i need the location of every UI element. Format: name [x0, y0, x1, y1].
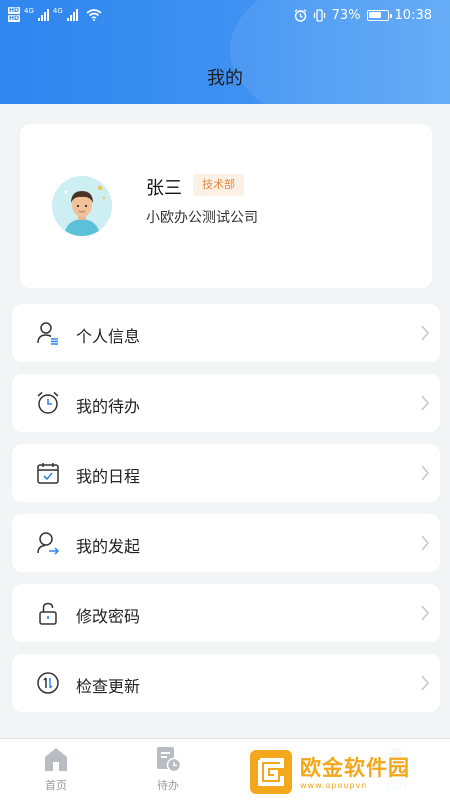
refresh-update-icon	[37, 672, 59, 694]
menu-label: 修改密码	[76, 607, 141, 626]
status-bar: HD HD 4G 4G 73% 10:38	[0, 0, 450, 34]
tab-label: 待办	[157, 779, 179, 792]
user-name: 张三	[146, 178, 182, 199]
chevron-right-icon	[421, 465, 429, 481]
page-title: 我的	[207, 68, 243, 89]
chevron-right-icon	[421, 535, 429, 551]
avatar[interactable]	[52, 176, 112, 236]
menu-item-check-update[interactable]: 检查更新	[12, 654, 440, 712]
signal-icon	[37, 8, 49, 21]
header: HD HD 4G 4G 73% 10:38 我的	[0, 0, 450, 104]
chevron-right-icon	[421, 395, 429, 411]
menu-label: 个人信息	[76, 327, 141, 346]
wifi-icon	[86, 8, 102, 21]
chevron-right-icon	[421, 675, 429, 691]
menu-item-my-schedule[interactable]: 我的日程	[12, 444, 440, 502]
watermark-logo	[250, 750, 292, 794]
watermark-url: www.apoupvn	[300, 781, 368, 790]
department-badge: 技术部	[193, 174, 244, 196]
menu-item-change-password[interactable]: 修改密码	[12, 584, 440, 642]
profile-card[interactable]: 张三 技术部 小欧办公测试公司	[20, 124, 432, 288]
clock: 10:38	[394, 8, 432, 23]
person-info-icon	[37, 322, 58, 345]
vibrate-icon	[313, 9, 325, 22]
signal-icon-2	[66, 8, 78, 21]
watermark-logo-icon	[258, 758, 284, 786]
signal-label-1: 4G	[24, 7, 34, 15]
menu-label: 我的日程	[76, 467, 141, 486]
battery-percent: 73%	[331, 8, 361, 23]
watermark: 欧金软件园 www.apoupvn	[246, 748, 444, 796]
menu-item-my-initiated[interactable]: 我的发起	[12, 514, 440, 572]
lock-icon	[39, 602, 57, 625]
hd-label-1: HD	[8, 7, 21, 14]
avatar-illustration	[52, 176, 112, 236]
tab-label: 首页	[45, 779, 67, 792]
menu-label: 检查更新	[76, 677, 141, 696]
alarm-status-icon	[294, 9, 307, 22]
status-left: HD HD 4G 4G	[8, 7, 102, 22]
tab-home[interactable]: 首页	[26, 745, 86, 793]
chevron-right-icon	[421, 325, 429, 341]
menu-item-personal-info[interactable]: 个人信息	[12, 304, 440, 362]
company-name: 小欧办公测试公司	[146, 210, 258, 226]
hd-label-2: HD	[8, 15, 21, 22]
menu-label: 我的发起	[76, 537, 141, 556]
chevron-right-icon	[421, 605, 429, 621]
watermark-text: 欧金软件园	[300, 756, 410, 780]
alarm-clock-icon	[37, 391, 59, 414]
home-icon	[45, 748, 67, 771]
todo-doc-icon	[157, 747, 182, 773]
person-arrow-icon	[37, 532, 60, 555]
tab-todo[interactable]: 待办	[138, 745, 198, 793]
menu-label: 我的待办	[76, 397, 141, 416]
battery-icon	[366, 10, 392, 21]
status-right: 73% 10:38	[294, 8, 432, 23]
calendar-check-icon	[37, 463, 59, 484]
hd-indicator: HD HD	[8, 7, 21, 22]
signal-label-2: 4G	[52, 7, 63, 15]
menu-item-my-todo[interactable]: 我的待办	[12, 374, 440, 432]
